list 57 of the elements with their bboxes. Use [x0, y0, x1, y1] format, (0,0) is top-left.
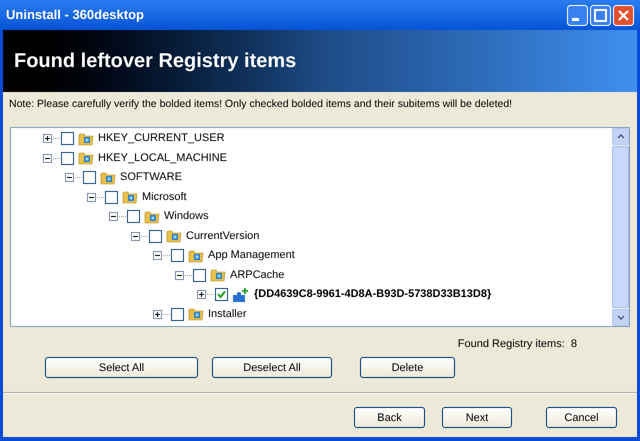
folder-icon	[210, 267, 226, 283]
checkbox[interactable]	[171, 249, 184, 262]
checkbox[interactable]	[171, 308, 184, 320]
tree-item-label[interactable]: SOFTWARE	[120, 169, 182, 186]
folder-icon	[100, 170, 116, 186]
tree-item-label[interactable]: Installer	[208, 306, 247, 322]
scrollbar[interactable]	[612, 128, 629, 326]
checkbox[interactable]	[149, 230, 162, 242]
collapse-icon[interactable]	[175, 270, 184, 280]
scroll-down-icon[interactable]	[616, 314, 624, 320]
scroll-up-icon[interactable]	[616, 134, 624, 139]
collapse-icon[interactable]	[131, 232, 140, 240]
found-count: Found Registry items: 8	[458, 336, 577, 352]
collapse-icon[interactable]	[65, 173, 74, 182]
checkbox[interactable]	[127, 210, 140, 223]
tree-item-label[interactable]: HKEY_LOCAL_MACHINE	[98, 150, 227, 166]
collapse-icon[interactable]	[109, 212, 118, 221]
button[interactable]: Cancel	[546, 407, 617, 428]
collapse-icon[interactable]	[43, 154, 52, 162]
scroll-thumb[interactable]	[612, 146, 629, 308]
tree-item-label[interactable]: ARPCache	[230, 266, 284, 284]
folder-icon	[144, 208, 160, 224]
folder-icon	[188, 306, 204, 322]
checkbox[interactable]	[83, 171, 96, 184]
button[interactable]: Next	[442, 407, 512, 428]
folder-icon	[122, 189, 138, 205]
folder-icon	[78, 150, 94, 166]
close-icon[interactable]	[613, 4, 634, 26]
folder-icon	[78, 130, 94, 146]
folder-icon	[188, 248, 204, 264]
maximize-icon[interactable]	[590, 4, 611, 26]
collapse-icon[interactable]	[87, 192, 96, 202]
checkbox[interactable]	[215, 288, 228, 301]
button[interactable]: Back	[354, 407, 425, 428]
button[interactable]: Select All	[45, 357, 198, 378]
page-heading: Found leftover Registry items	[14, 49, 296, 74]
window-title: Uninstall - 360desktop	[6, 6, 145, 24]
tree-item-label[interactable]: App Management	[208, 247, 295, 264]
expand-icon[interactable]	[153, 310, 162, 318]
button[interactable]: Deselect All	[212, 357, 332, 378]
button[interactable]: Delete	[360, 357, 455, 378]
minimize-icon[interactable]	[567, 4, 588, 26]
puzzle-icon	[232, 286, 250, 302]
checkbox[interactable]	[61, 152, 74, 164]
checkbox[interactable]	[193, 268, 206, 282]
tree-item-label[interactable]: {DD4639C8-9961-4D8A-B93D-5738D33B13D8}	[254, 286, 492, 303]
tree-item-label[interactable]: Windows	[164, 208, 209, 225]
collapse-icon[interactable]	[153, 251, 162, 260]
folder-icon	[166, 228, 182, 244]
note-text: Note: Please carefully verify the bolded items! Only checked bolded items and their subitems will be deleted!	[9, 97, 514, 112]
checkbox[interactable]	[61, 132, 74, 145]
checkbox[interactable]	[105, 190, 118, 204]
tree-item-label[interactable]: HKEY_CURRENT_USER	[98, 130, 225, 147]
expand-icon[interactable]	[197, 290, 206, 299]
tree-item-label[interactable]: CurrentVersion	[186, 228, 260, 244]
tree-item-label[interactable]: Microsoft	[142, 188, 187, 206]
expand-icon[interactable]	[43, 134, 52, 143]
